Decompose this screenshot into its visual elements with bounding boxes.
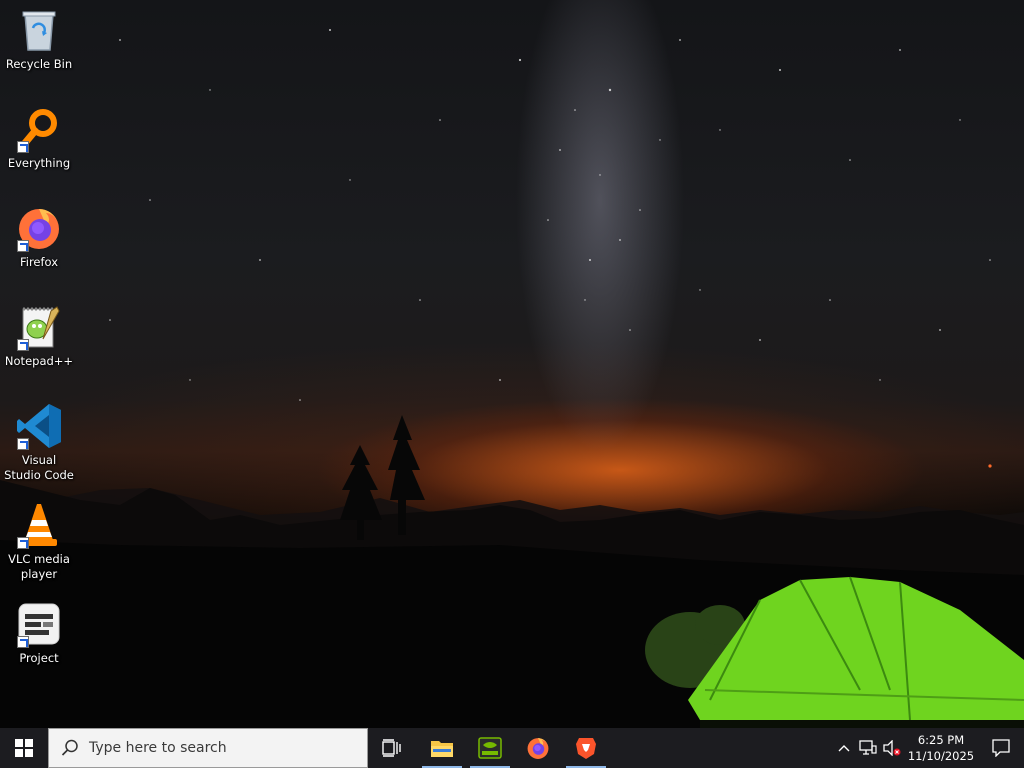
shortcut-arrow-icon	[17, 240, 29, 252]
shortcut-arrow-icon	[17, 339, 29, 351]
clock-time: 6:25 PM	[917, 733, 965, 747]
shortcut-arrow-icon	[17, 537, 29, 549]
brave-lion-icon	[576, 738, 596, 759]
desktop-icon-label: Firefox	[19, 255, 59, 269]
desktop-icon-project[interactable]: Project	[2, 600, 76, 666]
taskbar-brave[interactable]	[562, 728, 610, 768]
desktop-icon-firefox[interactable]: Firefox	[2, 204, 76, 270]
shortcut-arrow-icon	[17, 141, 29, 153]
chevron-up-icon	[838, 745, 850, 752]
notepad-plus-plus-icon	[15, 303, 63, 351]
system-tray: 6:25 PM 11/10/2025	[832, 728, 1024, 768]
volume-button[interactable]	[880, 728, 904, 768]
project-app-icon	[15, 600, 63, 648]
vscode-icon	[15, 402, 63, 450]
action-center-button[interactable]	[978, 728, 1024, 768]
desktop-icon-everything[interactable]: Everything	[2, 105, 76, 171]
shortcut-arrow-icon	[17, 636, 29, 648]
desktop-icon-label: Visual Studio Code	[4, 453, 74, 482]
taskbar-clock[interactable]: 6:25 PM 11/10/2025	[904, 728, 978, 768]
recycle-bin-icon	[15, 6, 63, 54]
desktop-icon-label: Everything	[7, 156, 71, 170]
firefox-icon	[527, 738, 549, 759]
network-icon	[859, 740, 877, 755]
taskbar-search-box[interactable]: Type here to search	[48, 728, 368, 768]
desktop-icon-label: Notepad++	[4, 354, 74, 368]
desktop-icon-label: VLC media player	[8, 552, 70, 581]
desktop-wallpaper	[0, 0, 1024, 728]
network-status-button[interactable]	[856, 728, 880, 768]
terminal-app-icon	[478, 737, 502, 759]
shortcut-arrow-icon	[17, 438, 29, 450]
taskbar-file-explorer[interactable]	[418, 728, 466, 768]
windows-logo-icon	[15, 739, 33, 757]
desktop-icon-recycle-bin[interactable]: Recycle Bin	[2, 6, 76, 72]
magnifier-icon	[15, 105, 63, 153]
taskbar-terminal-app[interactable]	[466, 728, 514, 768]
wallpaper-scene	[0, 29, 1024, 728]
task-view-button[interactable]	[368, 728, 416, 768]
taskbar-firefox[interactable]	[514, 728, 562, 768]
firefox-icon	[15, 204, 63, 252]
clock-date: 11/10/2025	[907, 749, 975, 763]
start-button[interactable]	[0, 728, 48, 768]
desktop-icon-label: Recycle Bin	[5, 57, 73, 71]
search-icon	[61, 739, 78, 756]
desktop-icon-notepad-plus-plus[interactable]: Notepad++	[2, 303, 76, 369]
desktop-icon-visual-studio-code[interactable]: Visual Studio Code	[2, 402, 76, 483]
search-placeholder: Type here to search	[89, 740, 227, 756]
vlc-cone-icon	[15, 501, 63, 549]
taskbar: Type here to search 6:25 PM 11/10/2025	[0, 728, 1024, 768]
show-hidden-icons-button[interactable]	[832, 728, 856, 768]
folder-icon	[431, 741, 453, 757]
desktop-icon-vlc-media-player[interactable]: VLC media player	[2, 501, 76, 582]
speaker-muted-icon	[883, 740, 901, 756]
notification-icon	[992, 739, 1010, 757]
desktop-icon-label: Project	[19, 651, 59, 665]
task-view-icon	[382, 739, 401, 757]
